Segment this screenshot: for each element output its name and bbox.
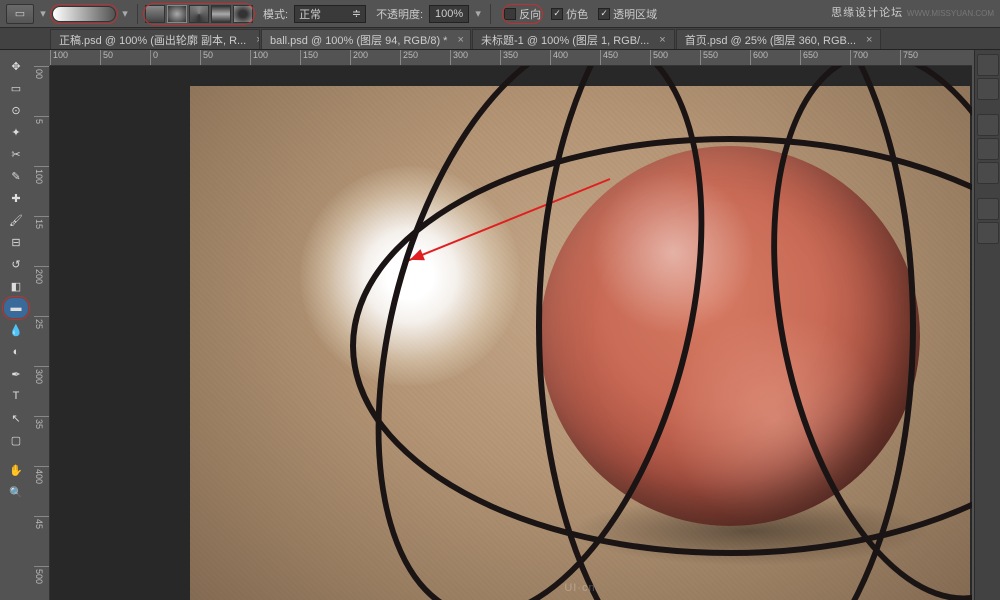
blend-mode-select[interactable]: 正常 ≑ (294, 5, 366, 23)
ruler-horizontal: 1005005010015020025030035040045050055060… (50, 50, 972, 66)
basketball (540, 146, 920, 526)
history-brush-tool[interactable]: ↺ (4, 254, 28, 274)
panel-icon[interactable] (977, 114, 999, 136)
marquee-tool[interactable]: ▭ (4, 78, 28, 98)
panel-icon[interactable] (977, 78, 999, 100)
diamond-gradient-button[interactable] (233, 5, 253, 23)
wand-tool[interactable]: ✦ (4, 122, 28, 142)
canvas-area[interactable]: UI·cn (50, 66, 972, 600)
chevron-down-icon: ≑ (352, 7, 361, 20)
eraser-tool[interactable]: ◧ (4, 276, 28, 296)
tab-document[interactable]: 首页.psd @ 25% (图层 360, RGB...× (676, 29, 882, 49)
tab-document[interactable]: ball.psd @ 100% (图层 94, RGB/8) *× (261, 29, 471, 49)
panel-icon[interactable] (977, 198, 999, 220)
blur-tool[interactable]: 💧 (4, 320, 28, 340)
dither-checkbox[interactable]: 仿色 (551, 6, 588, 22)
panel-icon[interactable] (977, 54, 999, 76)
blend-mode-value: 正常 (299, 6, 321, 22)
gradient-type-group (145, 5, 253, 23)
panel-icon[interactable] (977, 222, 999, 244)
chevron-down-icon[interactable]: ▾ (38, 7, 48, 21)
hand-tool[interactable]: ✋ (4, 460, 28, 480)
tool-preset-dropdown[interactable]: ▭ (6, 4, 34, 24)
gradient-preview[interactable] (52, 6, 116, 22)
transparency-checkbox[interactable]: 透明区域 (598, 6, 657, 22)
tab-document[interactable]: 正稿.psd @ 100% (画出轮廓 副本, R...× (50, 29, 260, 49)
ruler-vertical: 00510015200253003540045500 (34, 66, 50, 600)
panel-icon[interactable] (977, 162, 999, 184)
crop-tool[interactable]: ✂ (4, 144, 28, 164)
gradient-icon: ▭ (15, 7, 25, 20)
path-tool[interactable]: ↖ (4, 408, 28, 428)
close-icon[interactable]: × (256, 34, 260, 46)
close-icon[interactable]: × (866, 34, 872, 46)
watermark: 思缘设计论坛 WWW.MISSYUAN.COM (831, 4, 994, 20)
stamp-tool[interactable]: ⊟ (4, 232, 28, 252)
angle-gradient-button[interactable] (189, 5, 209, 23)
options-bar: ▭ ▾ ▾ 模式: 正常 ≑ 不透明度: 100% ▾ 反向 仿色 透明区域 思… (0, 0, 1000, 28)
opacity-input[interactable]: 100% (429, 5, 469, 23)
gradient-tool[interactable]: ▬ (4, 298, 28, 318)
eyedropper-tool[interactable]: ✎ (4, 166, 28, 186)
toolbox: ✥ ▭ ⊙ ✦ ✂ ✎ ✚ 🖌 ⊟ ↺ ◧ ▬ 💧 ◐ ✒ T ↖ ▢ ✋ 🔍 (2, 52, 32, 506)
close-icon[interactable]: × (659, 34, 665, 46)
opacity-label: 不透明度: (376, 6, 423, 22)
type-tool[interactable]: T (4, 386, 28, 406)
chevron-down-icon[interactable]: ▾ (473, 7, 483, 21)
lasso-tool[interactable]: ⊙ (4, 100, 28, 120)
reflected-gradient-button[interactable] (211, 5, 231, 23)
dodge-tool[interactable]: ◐ (4, 342, 28, 362)
linear-gradient-button[interactable] (145, 5, 165, 23)
healing-tool[interactable]: ✚ (4, 188, 28, 208)
document-tabs: 正稿.psd @ 100% (画出轮廓 副本, R...× ball.psd @… (0, 28, 1000, 50)
canvas-watermark: UI·cn (564, 582, 595, 594)
mode-label: 模式: (263, 6, 288, 22)
artboard: UI·cn (190, 86, 970, 600)
close-icon[interactable]: × (457, 34, 463, 46)
shape-tool[interactable]: ▢ (4, 430, 28, 450)
panel-icon[interactable] (977, 138, 999, 160)
pen-tool[interactable]: ✒ (4, 364, 28, 384)
move-tool[interactable]: ✥ (4, 56, 28, 76)
tab-document[interactable]: 未标题-1 @ 100% (图层 1, RGB/...× (472, 29, 675, 49)
separator (490, 4, 491, 24)
zoom-tool[interactable]: 🔍 (4, 482, 28, 502)
panel-dock (974, 50, 1000, 600)
brush-tool[interactable]: 🖌 (4, 210, 28, 230)
reverse-checkbox[interactable]: 反向 (504, 6, 541, 22)
radial-gradient-button[interactable] (167, 5, 187, 23)
chevron-down-icon[interactable]: ▾ (120, 7, 130, 21)
separator (137, 4, 138, 24)
